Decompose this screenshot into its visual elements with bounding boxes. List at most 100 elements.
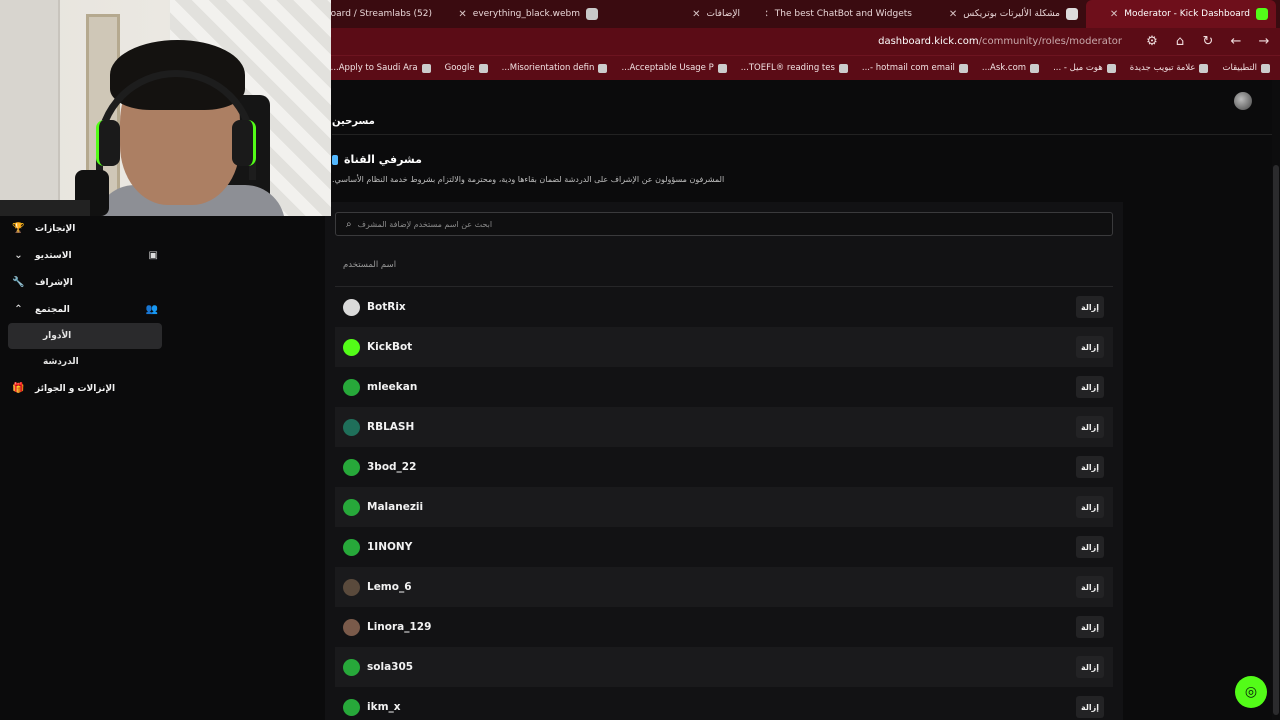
tab-title: The best ChatBot and Widgets (774, 9, 912, 19)
tab-title: everything_black.webm (472, 9, 580, 19)
avatar[interactable] (343, 698, 360, 716)
moderator-username[interactable]: Lemo_6 (367, 581, 1069, 593)
remove-moderator-button[interactable]: إزالة (1076, 496, 1104, 518)
url-text[interactable]: dashboard.kick.com/community/roles/moder… (878, 36, 1122, 47)
bookmark-item[interactable]: Google (445, 63, 488, 73)
moderator-username[interactable]: KickBot (367, 341, 1069, 353)
close-icon[interactable]: ✕ (1110, 9, 1118, 20)
site-settings-icon[interactable]: ⚙ (1144, 34, 1160, 49)
moderator-row: BotRix إزالة (335, 287, 1113, 327)
divider (332, 134, 1280, 135)
remove-moderator-button[interactable]: إزالة (1076, 536, 1104, 558)
sidebar-item-community[interactable]: ⌃ المجتمع 👥 (0, 296, 170, 323)
avatar[interactable] (343, 538, 360, 556)
moderator-username[interactable]: BotRix (367, 301, 1069, 313)
puzzle-icon (746, 8, 758, 20)
moderator-username[interactable]: mleekan (367, 381, 1069, 393)
moderator-username[interactable]: sola305 (367, 661, 1069, 673)
reload-icon[interactable]: ↻ (1200, 34, 1216, 49)
tab-title: Moderator - Kick Dashboard (1124, 9, 1250, 19)
sidebar-item-chat[interactable]: الدردشة (8, 349, 162, 375)
moderators-list: BotRix إزالة KickBot إزالة mleekan إزالة RBLAS… (335, 287, 1113, 720)
moderator-row: Lemo_6 إزالة (335, 567, 1113, 607)
search-field[interactable]: ⌕ (335, 212, 1113, 236)
remove-moderator-button[interactable]: إزالة (1076, 456, 1104, 478)
close-icon[interactable]: ✕ (766, 9, 769, 20)
remove-moderator-button[interactable]: إزالة (1076, 376, 1104, 398)
avatar[interactable] (343, 298, 360, 316)
sidebar-item-achievements[interactable]: 🏆 الإنجازات (0, 215, 170, 242)
remove-moderator-button[interactable]: إزالة (1076, 296, 1104, 318)
bookmark-item[interactable]: hotmail com email -... (862, 63, 968, 73)
chevron-down-icon: ⌄ (14, 250, 23, 261)
avatar[interactable] (343, 578, 360, 596)
screen: { "browser": { "tabs": [ {"title": "Mode… (0, 0, 1280, 720)
moderator-username[interactable]: 3bod_22 (367, 461, 1069, 473)
browser-tab[interactable]: الإضافات ✕ (606, 0, 766, 28)
sidebar-item-drops-rewards[interactable]: 🎁 الإنزالات و الجوائز (0, 375, 170, 402)
remove-moderator-button[interactable]: إزالة (1076, 656, 1104, 678)
close-icon[interactable]: ✕ (458, 9, 466, 20)
browser-tab[interactable]: Moderator - Kick Dashboard ✕ (1086, 0, 1276, 28)
browser-tab[interactable]: everything_black.webm ✕ (446, 0, 606, 28)
bookmark-item[interactable]: Ask.com... (982, 63, 1040, 73)
avatar[interactable] (343, 618, 360, 636)
wrench-icon: 🔧 (12, 277, 25, 288)
sidebar-item-studio[interactable]: ⌄ الاستديو ▣ (0, 242, 170, 269)
url-path: /community/roles/moderator (978, 36, 1122, 47)
page-scrollbar[interactable] (1272, 80, 1280, 720)
bookmark-item[interactable]: Misorientation defin... (502, 63, 608, 73)
globe-icon (1199, 63, 1209, 73)
remove-moderator-button[interactable]: إزالة (1076, 696, 1104, 718)
bookmark-icon (958, 63, 968, 73)
avatar[interactable] (343, 378, 360, 396)
bookmark-label: TOEFL® reading tes... (740, 63, 835, 73)
sidebar-item-roles[interactable]: الأدوار (8, 323, 162, 349)
close-icon[interactable]: ✕ (692, 9, 700, 20)
sidebar-item-moderation[interactable]: 🔧 الإشراف (0, 269, 170, 296)
browser-tab[interactable]: The best ChatBot and Widgets ✕ (766, 0, 926, 28)
tab-title: مشكلة الأليرتات بوتريكس (963, 9, 1060, 19)
moderator-username[interactable]: 1INONY (367, 541, 1069, 553)
moderator-username[interactable]: Malanezii (367, 501, 1069, 513)
sidebar-nav: 🏆 الإنجازات ⌄ الاستديو ▣ 🔧 الإشراف ⌃ المجتمع 👥… (0, 215, 170, 402)
search-input[interactable] (357, 219, 1058, 229)
back-icon[interactable]: ← (1228, 34, 1244, 49)
avatar[interactable] (343, 658, 360, 676)
browser-tab[interactable]: مشكلة الأليرتات بوتريكس ✕ (926, 0, 1086, 28)
moderator-row: 1INONY إزالة (335, 527, 1113, 567)
bookmark-label: hotmail com email -... (861, 63, 955, 73)
bookmark-item[interactable]: علامة تبويب جديدة (1130, 63, 1209, 73)
check-icon (838, 63, 848, 73)
forward-icon[interactable]: → (1256, 34, 1272, 49)
bookmark-label: Misorientation defin... (501, 63, 595, 73)
close-icon[interactable]: ✕ (949, 9, 957, 20)
bookmark-item[interactable]: TOEFL® reading tes... (741, 63, 848, 73)
scrollbar-thumb[interactable] (1273, 165, 1279, 715)
sidebar-item-label: الأدوار (43, 331, 72, 341)
profile-avatar[interactable] (1234, 92, 1252, 110)
moderator-username[interactable]: RBLASH (367, 421, 1069, 433)
remove-moderator-button[interactable]: إزالة (1076, 616, 1104, 638)
remove-moderator-button[interactable]: إزالة (1076, 336, 1104, 358)
home-icon[interactable]: ⌂ (1172, 34, 1188, 49)
avatar[interactable] (343, 418, 360, 436)
bookmark-item[interactable]: Apply to Saudi Ara... (331, 63, 431, 73)
remove-moderator-button[interactable]: إزالة (1076, 576, 1104, 598)
globe-icon (586, 8, 598, 20)
bookmark-item[interactable]: Acceptable Usage P... (621, 63, 727, 73)
webcam-background-door (0, 0, 60, 216)
avatar[interactable] (343, 458, 360, 476)
remove-moderator-button[interactable]: إزالة (1076, 416, 1104, 438)
bookmark-item[interactable]: التطبيقات (1222, 63, 1270, 73)
bookmark-item[interactable]: هوت ميل - ... (1053, 63, 1116, 73)
avatar[interactable] (343, 498, 360, 516)
moderator-username[interactable]: Linora_129 (367, 621, 1069, 633)
moderator-row: Linora_129 إزالة (335, 607, 1113, 647)
help-chat-button[interactable]: ◎ (1235, 676, 1267, 708)
trophy-icon: 🏆 (12, 223, 25, 234)
kick-icon (1256, 8, 1268, 20)
avatar[interactable] (343, 338, 360, 356)
globe-icon (717, 63, 727, 73)
moderator-username[interactable]: ikm_x (367, 701, 1069, 713)
